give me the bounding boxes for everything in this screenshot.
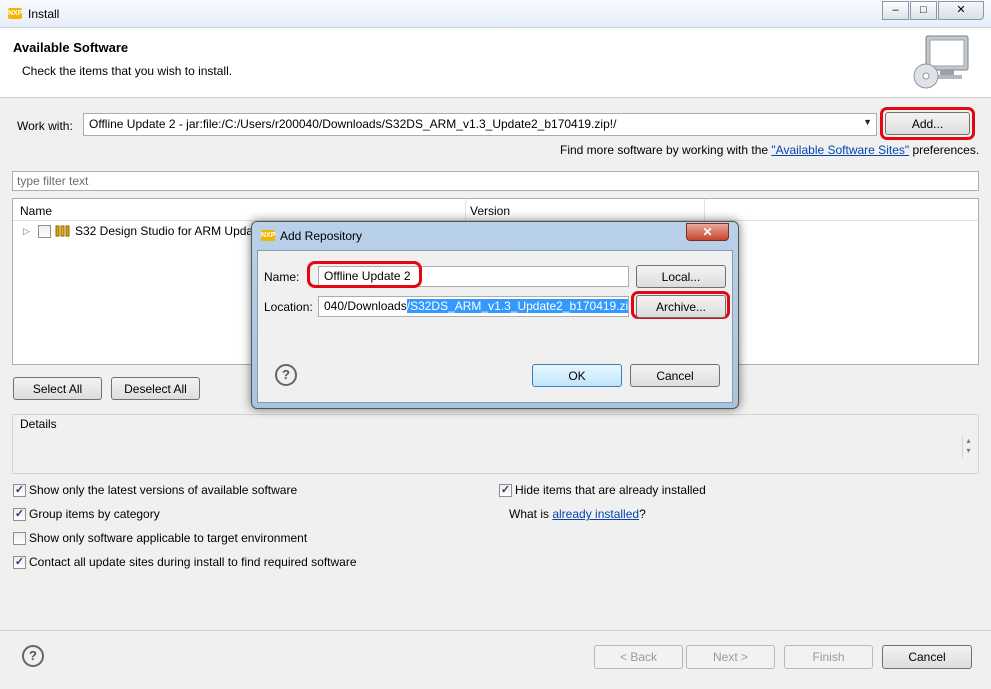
name-input-highlight <box>307 261 422 288</box>
column-separator <box>465 199 466 221</box>
sites-prefix: Find more software by working with the <box>560 143 772 157</box>
ok-button[interactable]: OK <box>532 364 622 387</box>
column-separator <box>704 199 705 221</box>
dialog-title: Add Repository <box>280 229 363 243</box>
cancel-button[interactable]: Cancel <box>882 645 972 669</box>
page-description: Check the items that you wish to install… <box>22 64 233 78</box>
minimize-button[interactable]: – <box>882 1 909 20</box>
group-by-category-checkbox[interactable]: ✓ <box>13 508 26 521</box>
column-header-name[interactable]: Name <box>20 204 52 218</box>
hide-installed-checkbox[interactable]: ✓ <box>499 484 512 497</box>
latest-versions-label: Show only the latest versions of availab… <box>29 483 298 497</box>
details-label: Details <box>20 417 57 431</box>
hide-installed-label: Hide items that are already installed <box>515 483 706 497</box>
work-with-combo[interactable]: Offline Update 2 - jar:file:/C:/Users/r2… <box>83 113 877 136</box>
what-installed-line: What is already installed? <box>509 507 646 521</box>
work-with-value: Offline Update 2 - jar:file:/C:/Users/r2… <box>89 117 617 131</box>
details-scrollbar[interactable]: ▴ ▾ <box>962 436 974 458</box>
dialog-close-button[interactable]: ✕ <box>686 223 729 241</box>
table-row-name: S32 Design Studio for ARM Updat <box>75 224 257 238</box>
contact-sites-checkbox[interactable]: ✓ <box>13 556 26 569</box>
what-prefix: What is <box>509 507 553 521</box>
add-button[interactable]: Add... <box>885 112 970 135</box>
sites-suffix: preferences. <box>909 143 980 157</box>
table-row-checkbox[interactable] <box>38 225 51 238</box>
dialog-help-icon[interactable]: ? <box>275 364 297 386</box>
close-window-button[interactable]: ✕ <box>938 1 984 20</box>
local-button[interactable]: Local... <box>636 265 726 288</box>
header-panel <box>0 28 991 98</box>
contact-sites-label: Contact all update sites during install … <box>29 555 357 569</box>
location-selected-text: /S32DS_ARM_v1.3_Update2_b170419.zip!/ <box>406 299 628 313</box>
available-sites-line: Find more software by working with the "… <box>560 143 979 157</box>
dialog-cancel-button[interactable]: Cancel <box>630 364 720 387</box>
already-installed-link[interactable]: already installed <box>552 507 639 521</box>
help-icon[interactable]: ? <box>22 645 44 667</box>
deselect-all-button[interactable]: Deselect All <box>111 377 200 400</box>
name-label: Name: <box>264 270 300 284</box>
dialog-logo: NXP <box>261 230 276 241</box>
location-input[interactable]: 040/Downloads/S32DS_ARM_v1.3_Update2_b17… <box>318 296 629 317</box>
app-logo: NXP <box>8 8 23 19</box>
what-suffix: ? <box>639 507 646 521</box>
available-software-sites-link[interactable]: "Available Software Sites" <box>771 143 909 157</box>
details-panel <box>12 414 979 474</box>
category-icon <box>55 225 70 237</box>
select-all-button[interactable]: Select All <box>13 377 102 400</box>
chevron-down-icon[interactable]: ▼ <box>863 117 872 127</box>
group-by-category-label: Group items by category <box>29 507 160 521</box>
monitor-cd-icon <box>913 35 969 89</box>
filter-input[interactable]: type filter text <box>12 171 979 191</box>
next-button[interactable]: Next > <box>686 645 775 669</box>
location-label: Location: <box>264 300 313 314</box>
footer-separator <box>0 630 991 631</box>
page-title: Available Software <box>13 40 129 55</box>
archive-button[interactable]: Archive... <box>636 295 726 318</box>
work-with-label: Work with: <box>17 119 73 133</box>
title-bar <box>0 0 991 28</box>
window-title: Install <box>28 7 60 21</box>
applicable-software-label: Show only software applicable to target … <box>29 531 308 545</box>
column-header-version[interactable]: Version <box>470 204 510 218</box>
location-text: 040/Downloads <box>324 299 407 313</box>
finish-button[interactable]: Finish <box>784 645 873 669</box>
back-button[interactable]: < Back <box>594 645 683 669</box>
applicable-software-checkbox[interactable] <box>13 532 26 545</box>
maximize-button[interactable]: □ <box>910 1 937 20</box>
expand-arrow-icon[interactable]: ▷ <box>23 226 30 237</box>
latest-versions-checkbox[interactable]: ✓ <box>13 484 26 497</box>
